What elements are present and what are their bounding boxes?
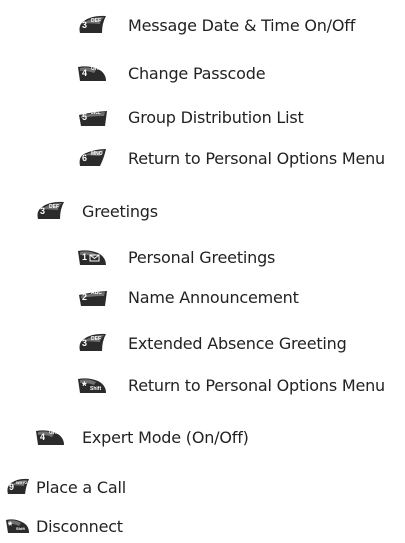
- key-3-icon: 3 DEF: [36, 201, 66, 223]
- menu-item-expert-mode: 4 GHI Expert Mode (On/Off): [36, 424, 249, 452]
- menu-item-label: Greetings: [82, 202, 158, 221]
- menu-item-greetings: 3 DEF Greetings: [36, 198, 158, 226]
- menu-item-label: Place a Call: [36, 478, 126, 497]
- menu-item-label: Message Date & Time On/Off: [128, 16, 356, 35]
- key-4-icon: 4 GHI: [36, 427, 66, 449]
- menu-item-label: Extended Absence Greeting: [128, 334, 347, 353]
- menu-item-disconnect: * Shift Disconnect: [6, 513, 123, 541]
- menu-item-group-distribution: 5 JKL Group Distribution List: [78, 104, 304, 132]
- menu-item-return-personal-options: * Shift Return to Personal Options Menu: [78, 372, 385, 400]
- key-3-icon: 3 DEF: [78, 15, 108, 37]
- key-star-icon: * Shift: [78, 375, 108, 397]
- menu-item-label: Return to Personal Options Menu: [128, 149, 385, 168]
- key-5-icon: 5 JKL: [78, 107, 108, 129]
- menu-item-return-personal-options: 6 MNO Return to Personal Options Menu: [78, 145, 385, 173]
- menu-item-label: Change Passcode: [128, 64, 266, 83]
- menu-item-extended-absence: 3 DEF Extended Absence Greeting: [78, 330, 347, 358]
- key-star-icon: * Shift: [6, 517, 30, 537]
- menu-item-label: Personal Greetings: [128, 248, 276, 267]
- menu-item-change-passcode: 4 GHI Change Passcode: [78, 60, 266, 88]
- menu-item-label: Disconnect: [36, 517, 123, 536]
- key-6-icon: 6 MNO: [78, 148, 108, 170]
- menu-item-message-date-time: 3 DEF Message Date & Time On/Off: [78, 12, 355, 40]
- key-1-icon: 1: [78, 247, 108, 269]
- menu-item-place-a-call: 9 WXYZ Place a Call: [6, 474, 126, 502]
- key-9-icon: 9 WXYZ: [7, 478, 29, 494]
- key-3-icon: 3 DEF: [78, 333, 108, 355]
- menu-item-name-announcement: 2 ABC Name Announcement: [78, 284, 299, 312]
- menu-item-label: Name Announcement: [128, 288, 299, 307]
- menu-item-label: Return to Personal Options Menu: [128, 376, 385, 395]
- menu-item-personal-greetings: 1 Personal Greetings: [78, 244, 275, 272]
- key-2-icon: 2 ABC: [78, 287, 108, 309]
- menu-item-label: Expert Mode (On/Off): [82, 428, 249, 447]
- key-4-icon: 4 GHI: [78, 63, 108, 85]
- menu-item-label: Group Distribution List: [128, 108, 304, 127]
